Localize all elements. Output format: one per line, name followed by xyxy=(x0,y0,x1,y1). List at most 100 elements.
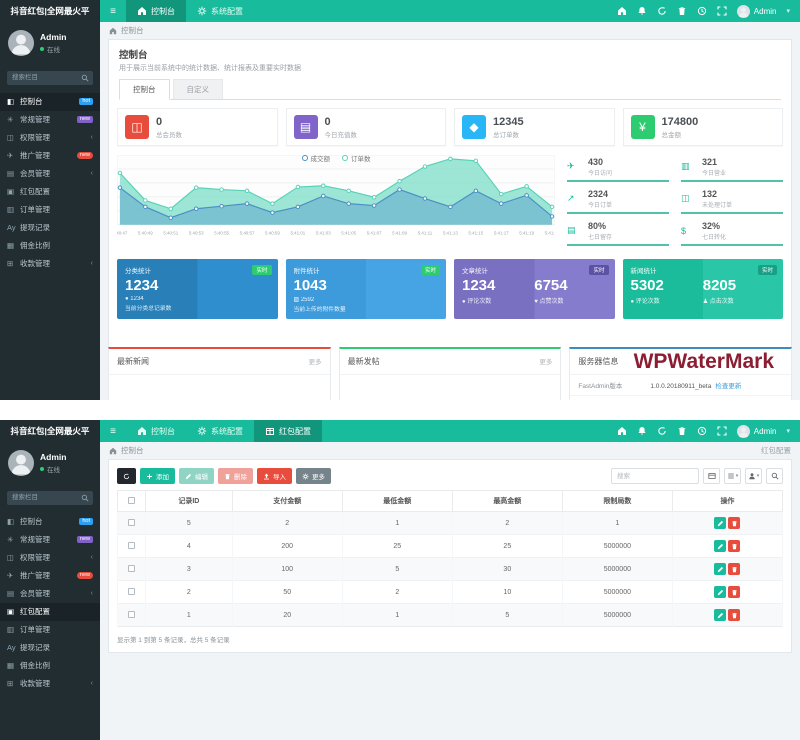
column-header[interactable]: 支付金额 xyxy=(232,491,342,512)
sidebar-item-4[interactable]: ▤ 会员管理‹ xyxy=(0,165,100,183)
sidebar-item-7[interactable]: Ay 提现记录 xyxy=(0,639,100,657)
sidebar-item-6[interactable]: ▥ 订单管理 xyxy=(0,621,100,639)
chevron-down-icon[interactable]: ▾ xyxy=(786,427,790,435)
sidebar-item-0[interactable]: ◧ 控制台hot xyxy=(0,513,100,531)
svg-text:5:40:55: 5:40:55 xyxy=(214,230,229,235)
mini-stat-2: ↗ 2324今日订单 xyxy=(567,187,669,214)
sidebar-item-5[interactable]: ▣ 红包配置 xyxy=(0,183,100,201)
edit-button[interactable] xyxy=(714,540,726,552)
clock-icon[interactable] xyxy=(697,426,707,436)
brand-logo: 抖音红包|全网最火平 xyxy=(0,0,100,22)
toolbar-添加-button[interactable]: 添加 xyxy=(140,468,175,484)
sidebar-item-3[interactable]: ✈ 推广管理new xyxy=(0,147,100,165)
edit-button[interactable] xyxy=(714,517,726,529)
sidebar-item-1[interactable]: ✳ 常规管理new xyxy=(0,111,100,129)
sidebar-item-7[interactable]: Ay 提现记录 xyxy=(0,219,100,237)
clock-icon[interactable] xyxy=(697,6,707,16)
more-link[interactable]: 更多 xyxy=(309,356,322,367)
home-icon[interactable] xyxy=(617,6,627,16)
table-search-button[interactable] xyxy=(766,468,783,484)
bell-icon[interactable] xyxy=(637,426,647,436)
delete-button[interactable] xyxy=(728,517,740,529)
mini-stat-0: ✈ 430今日访问 xyxy=(567,155,669,182)
trash-icon[interactable] xyxy=(677,6,687,16)
legend-item[interactable]: 成交额 xyxy=(302,153,331,163)
expand-icon[interactable] xyxy=(717,6,727,16)
sidebar-item-8[interactable]: ▦ 佣金比例 xyxy=(0,237,100,255)
stat-cards: ◫ 0总会员数 ▤ 0今日充值数 ◆ 12345总订单数 ¥ 174800总金额 xyxy=(117,108,783,146)
legend-item[interactable]: 订单数 xyxy=(342,153,371,163)
chevron-left-icon: ‹ xyxy=(91,590,93,597)
table-search-input[interactable] xyxy=(611,468,699,484)
trash-icon[interactable] xyxy=(677,426,687,436)
sidebar-item-1[interactable]: ✳ 常规管理new xyxy=(0,531,100,549)
column-header[interactable]: 限制局数 xyxy=(562,491,672,512)
expand-icon[interactable] xyxy=(717,426,727,436)
avatar xyxy=(8,30,34,56)
table-card-button[interactable] xyxy=(703,468,720,484)
delete-button[interactable] xyxy=(728,540,740,552)
sidebar-user: Admin 在线 xyxy=(0,442,100,486)
sidebar-item-6[interactable]: ▥ 订单管理 xyxy=(0,201,100,219)
chart-row: 成交额订单数 5:40:475:40:495:40:515:40:535:40:… xyxy=(117,155,783,251)
nav-tab-0[interactable]: 控制台 xyxy=(126,0,186,22)
nav-tab-1[interactable]: 系统配置 xyxy=(186,0,254,22)
check-update-link[interactable]: 检查更新 xyxy=(715,383,741,390)
menu-icon: ▣ xyxy=(7,187,20,196)
delete-button[interactable] xyxy=(728,609,740,621)
sidebar-item-9[interactable]: ⊞ 收款管理‹ xyxy=(0,255,100,273)
sidebar-item-8[interactable]: ▦ 佣金比例 xyxy=(0,657,100,675)
sidebar-item-3[interactable]: ✈ 推广管理new xyxy=(0,567,100,585)
column-header[interactable]: 操作 xyxy=(672,491,782,512)
sidebar-item-5[interactable]: ▣ 红包配置 xyxy=(0,603,100,621)
home-icon[interactable] xyxy=(617,426,627,436)
refresh-icon[interactable] xyxy=(657,426,667,436)
sidebar-item-2[interactable]: ◫ 权限管理‹ xyxy=(0,129,100,147)
mini-stat-4: ▤ 80%七日留存 xyxy=(567,219,669,246)
user-menu[interactable]: Admin xyxy=(737,425,777,438)
nav-tab-0[interactable]: 控制台 xyxy=(126,420,186,442)
row-checkbox[interactable] xyxy=(128,611,135,618)
chart: 成交额订单数 5:40:475:40:495:40:515:40:535:40:… xyxy=(117,155,555,251)
refresh-icon[interactable] xyxy=(657,6,667,16)
nav-tab-2[interactable]: 红包配置 xyxy=(254,420,322,442)
toolbar-导入-button[interactable]: 导入 xyxy=(257,468,292,484)
toolbar-编辑-button[interactable]: 编辑 xyxy=(179,468,214,484)
table-user-button[interactable]: ▾ xyxy=(745,468,762,484)
menu-toggle-icon[interactable]: ≡ xyxy=(100,420,126,442)
column-header[interactable]: 记录ID xyxy=(146,491,233,512)
delete-button[interactable] xyxy=(728,586,740,598)
edit-button[interactable] xyxy=(714,609,726,621)
list-icon xyxy=(727,472,735,480)
table-row: 31005305000000 xyxy=(118,558,783,581)
column-header[interactable]: 最高金额 xyxy=(452,491,562,512)
tab-0[interactable]: 控制台 xyxy=(119,79,170,100)
bell-icon[interactable] xyxy=(637,6,647,16)
row-checkbox[interactable] xyxy=(128,565,135,572)
nav-tab-1[interactable]: 系统配置 xyxy=(186,420,254,442)
select-all-checkbox[interactable] xyxy=(128,497,135,504)
user-menu[interactable]: Admin xyxy=(737,5,777,18)
toolbar-更多-button[interactable]: 更多 xyxy=(296,468,331,484)
sidebar-item-2[interactable]: ◫ 权限管理‹ xyxy=(0,549,100,567)
menu-toggle-icon[interactable]: ≡ xyxy=(100,0,126,22)
toolbar-删除-button[interactable]: 删除 xyxy=(218,468,253,484)
tab-1[interactable]: 自定义 xyxy=(173,79,224,99)
screens-gap xyxy=(0,400,800,420)
table-list-button[interactable]: ▾ xyxy=(724,468,741,484)
more-link[interactable]: 更多 xyxy=(539,356,552,367)
sidebar-item-0[interactable]: ◧ 控制台hot xyxy=(0,93,100,111)
chevron-down-icon[interactable]: ▾ xyxy=(786,7,790,15)
menu-icon: ✳ xyxy=(7,535,20,544)
row-checkbox[interactable] xyxy=(128,542,135,549)
row-checkbox[interactable] xyxy=(128,519,135,526)
column-header[interactable]: 最低金额 xyxy=(342,491,452,512)
edit-button[interactable] xyxy=(714,586,726,598)
row-checkbox[interactable] xyxy=(128,588,135,595)
search-icon xyxy=(771,472,779,480)
edit-button[interactable] xyxy=(714,563,726,575)
sidebar-item-4[interactable]: ▤ 会员管理‹ xyxy=(0,585,100,603)
sidebar-item-9[interactable]: ⊞ 收款管理‹ xyxy=(0,675,100,693)
toolbar-refresh-button[interactable] xyxy=(117,468,136,484)
delete-button[interactable] xyxy=(728,563,740,575)
